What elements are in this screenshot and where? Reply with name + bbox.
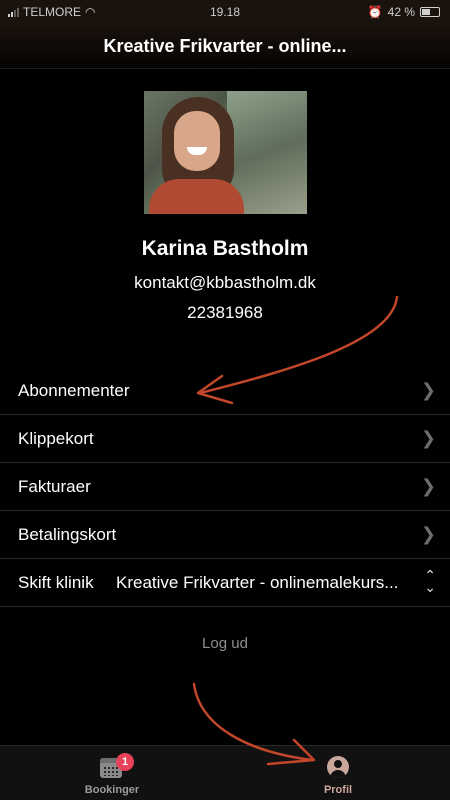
chevron-right-icon: ❯	[420, 428, 436, 448]
tab-label: Bookinger	[84, 784, 140, 796]
clinic-selector-value[interactable]: Kreative Frikvarter - onlinemalekurs...	[116, 573, 411, 593]
profile-icon	[327, 756, 349, 778]
profile-photo	[144, 91, 307, 214]
tab-bar: 1 Bookinger Profil	[0, 745, 450, 800]
user-phone: 22381968	[187, 303, 263, 322]
menu-item-fakturaer[interactable]: Fakturaer ❯	[0, 463, 450, 511]
alarm-icon: ⏰	[367, 5, 383, 19]
status-bar: TELMORE ◠ 19.18 ⏰ 42 %	[0, 0, 450, 24]
clinic-selector[interactable]: Skift klinik Kreative Frikvarter - onlin…	[0, 559, 450, 607]
notification-badge: 1	[116, 753, 134, 771]
status-right: ⏰ 42 %	[368, 5, 440, 19]
menu-item-label: Fakturaer	[18, 477, 91, 496]
menu-item-label: Betalingskort	[18, 525, 117, 544]
user-name: Karina Bastholm	[141, 237, 309, 260]
tab-label: Profil	[323, 784, 353, 796]
menu-item-abonnementer[interactable]: Abonnementer ❯	[0, 367, 450, 415]
battery-label: 42 %	[387, 5, 415, 19]
navigation-bar: Kreative Frikvarter - online...	[0, 24, 450, 69]
chevron-right-icon: ❯	[420, 476, 436, 496]
battery-icon	[420, 7, 440, 17]
menu-item-label: Abonnementer	[18, 381, 130, 400]
logout-button[interactable]: Log ud	[0, 635, 450, 652]
menu-item-betalingskort[interactable]: Betalingskort ❯	[0, 511, 450, 559]
menu-item-klippekort[interactable]: Klippekort ❯	[0, 415, 450, 463]
page-title: Kreative Frikvarter - online...	[103, 36, 347, 56]
tab-bookinger[interactable]: 1 Bookinger	[52, 746, 172, 800]
chevron-right-icon: ❯	[420, 524, 436, 544]
clinic-selector-label: Skift klinik	[18, 573, 94, 592]
chevron-up-down-icon: ⌃ ⌄	[424, 567, 436, 595]
chevron-right-icon: ❯	[420, 380, 436, 400]
user-email: kontakt@kbbastholm.dk	[134, 273, 316, 292]
tab-profil[interactable]: Profil	[278, 746, 398, 800]
menu-item-label: Klippekort	[18, 429, 94, 448]
